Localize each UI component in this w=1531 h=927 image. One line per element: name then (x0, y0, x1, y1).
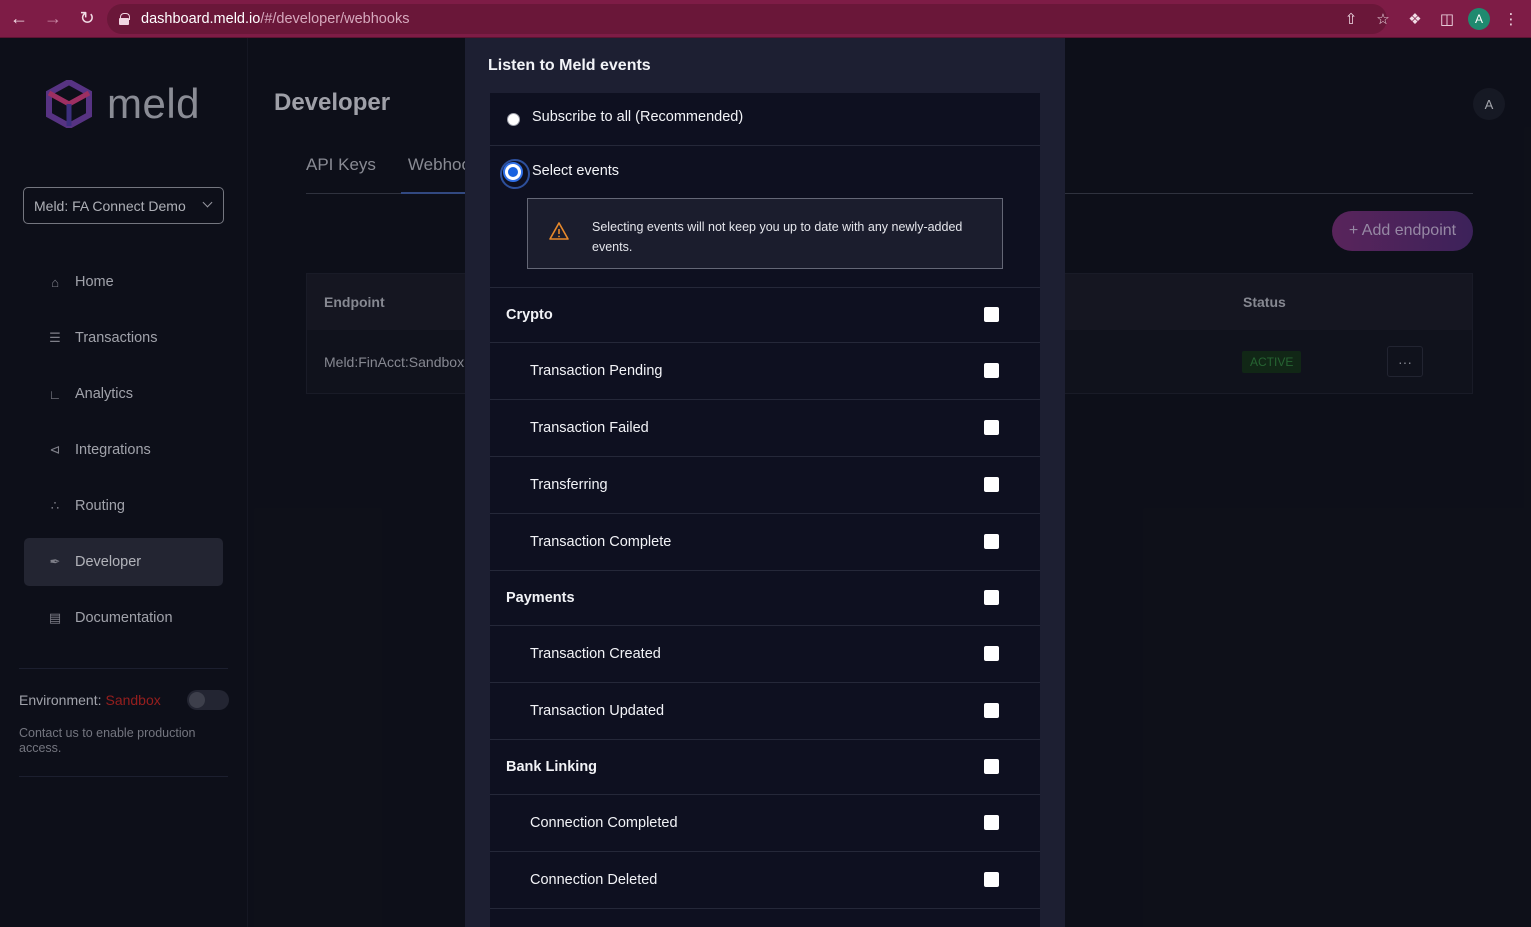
group-label: Payments (506, 590, 575, 606)
url-host: dashboard.meld.io (141, 11, 261, 27)
subscribe-all-label: Subscribe to all (Recommended) (532, 109, 744, 125)
event-checkbox[interactable] (984, 477, 999, 492)
lock-icon (119, 13, 130, 25)
group-label: Bank Linking (506, 759, 598, 775)
address-bar[interactable]: dashboard.meld.io/#/developer/webhooks (107, 4, 1387, 34)
event-row-partial (490, 909, 1040, 927)
event-row: Transaction Complete (490, 514, 1040, 571)
event-group-bank-linking: Bank Linking (490, 740, 1040, 795)
event-checkbox[interactable] (984, 815, 999, 830)
browser-toolbar: ← → ↻ dashboard.meld.io/#/developer/webh… (0, 0, 1531, 38)
event-options-list: Subscribe to all (Recommended) Select ev… (490, 93, 1040, 927)
event-label: Transaction Failed (530, 420, 649, 436)
group-checkbox[interactable] (984, 759, 999, 774)
event-label: Transaction Complete (530, 534, 672, 550)
extensions-puzzle-icon[interactable]: ❖ (1401, 4, 1429, 34)
menu-kebab-icon[interactable]: ⋮ (1497, 4, 1525, 34)
subscribe-all-radio[interactable] (507, 113, 520, 126)
select-events-radio[interactable] (500, 159, 530, 189)
bookmark-star-icon[interactable]: ☆ (1369, 4, 1397, 34)
event-checkbox[interactable] (984, 363, 999, 378)
event-checkbox[interactable] (984, 534, 999, 549)
group-checkbox[interactable] (984, 590, 999, 605)
event-checkbox[interactable] (984, 872, 999, 887)
select-events-label: Select events (532, 163, 620, 179)
warning-triangle-icon (549, 222, 569, 240)
group-checkbox[interactable] (984, 307, 999, 322)
event-group-payments: Payments (490, 571, 1040, 626)
event-row: Transaction Pending (490, 343, 1040, 400)
event-group-crypto: Crypto (490, 288, 1040, 343)
event-row: Transferring (490, 457, 1040, 514)
event-row: Transaction Failed (490, 400, 1040, 457)
side-panel-icon[interactable]: ◫ (1433, 4, 1461, 34)
forward-arrow-icon[interactable]: → (38, 4, 68, 34)
share-page-icon[interactable]: ⇧ (1337, 4, 1365, 34)
group-label: Crypto (506, 307, 553, 323)
event-checkbox[interactable] (984, 646, 999, 661)
url-path: /#/developer/webhooks (260, 11, 410, 27)
event-label: Connection Deleted (530, 872, 658, 888)
event-row: Transaction Created (490, 626, 1040, 683)
event-row: Transaction Updated (490, 683, 1040, 740)
event-checkbox[interactable] (984, 703, 999, 718)
event-label: Transaction Pending (530, 363, 663, 379)
profile-avatar[interactable]: A (1465, 4, 1493, 34)
select-events-option[interactable]: Select events Selecting events will not … (490, 146, 1040, 288)
event-label: Connection Completed (530, 815, 678, 831)
event-label: Transaction Created (530, 646, 661, 662)
event-checkbox[interactable] (984, 420, 999, 435)
event-label: Transferring (530, 477, 608, 493)
warning-box: Selecting events will not keep you up to… (527, 198, 1003, 269)
back-arrow-icon[interactable]: ← (4, 4, 34, 34)
event-label: Transaction Updated (530, 703, 665, 719)
reload-icon[interactable]: ↻ (72, 4, 102, 34)
modal-title: Listen to Meld events (488, 57, 651, 74)
event-row: Connection Completed (490, 795, 1040, 852)
warning-text: Selecting events will not keep you up to… (592, 220, 963, 254)
subscribe-all-option[interactable]: Subscribe to all (Recommended) (490, 93, 1040, 146)
event-subscription-modal: Listen to Meld events Subscribe to all (… (465, 38, 1065, 927)
event-row: Connection Deleted (490, 852, 1040, 909)
